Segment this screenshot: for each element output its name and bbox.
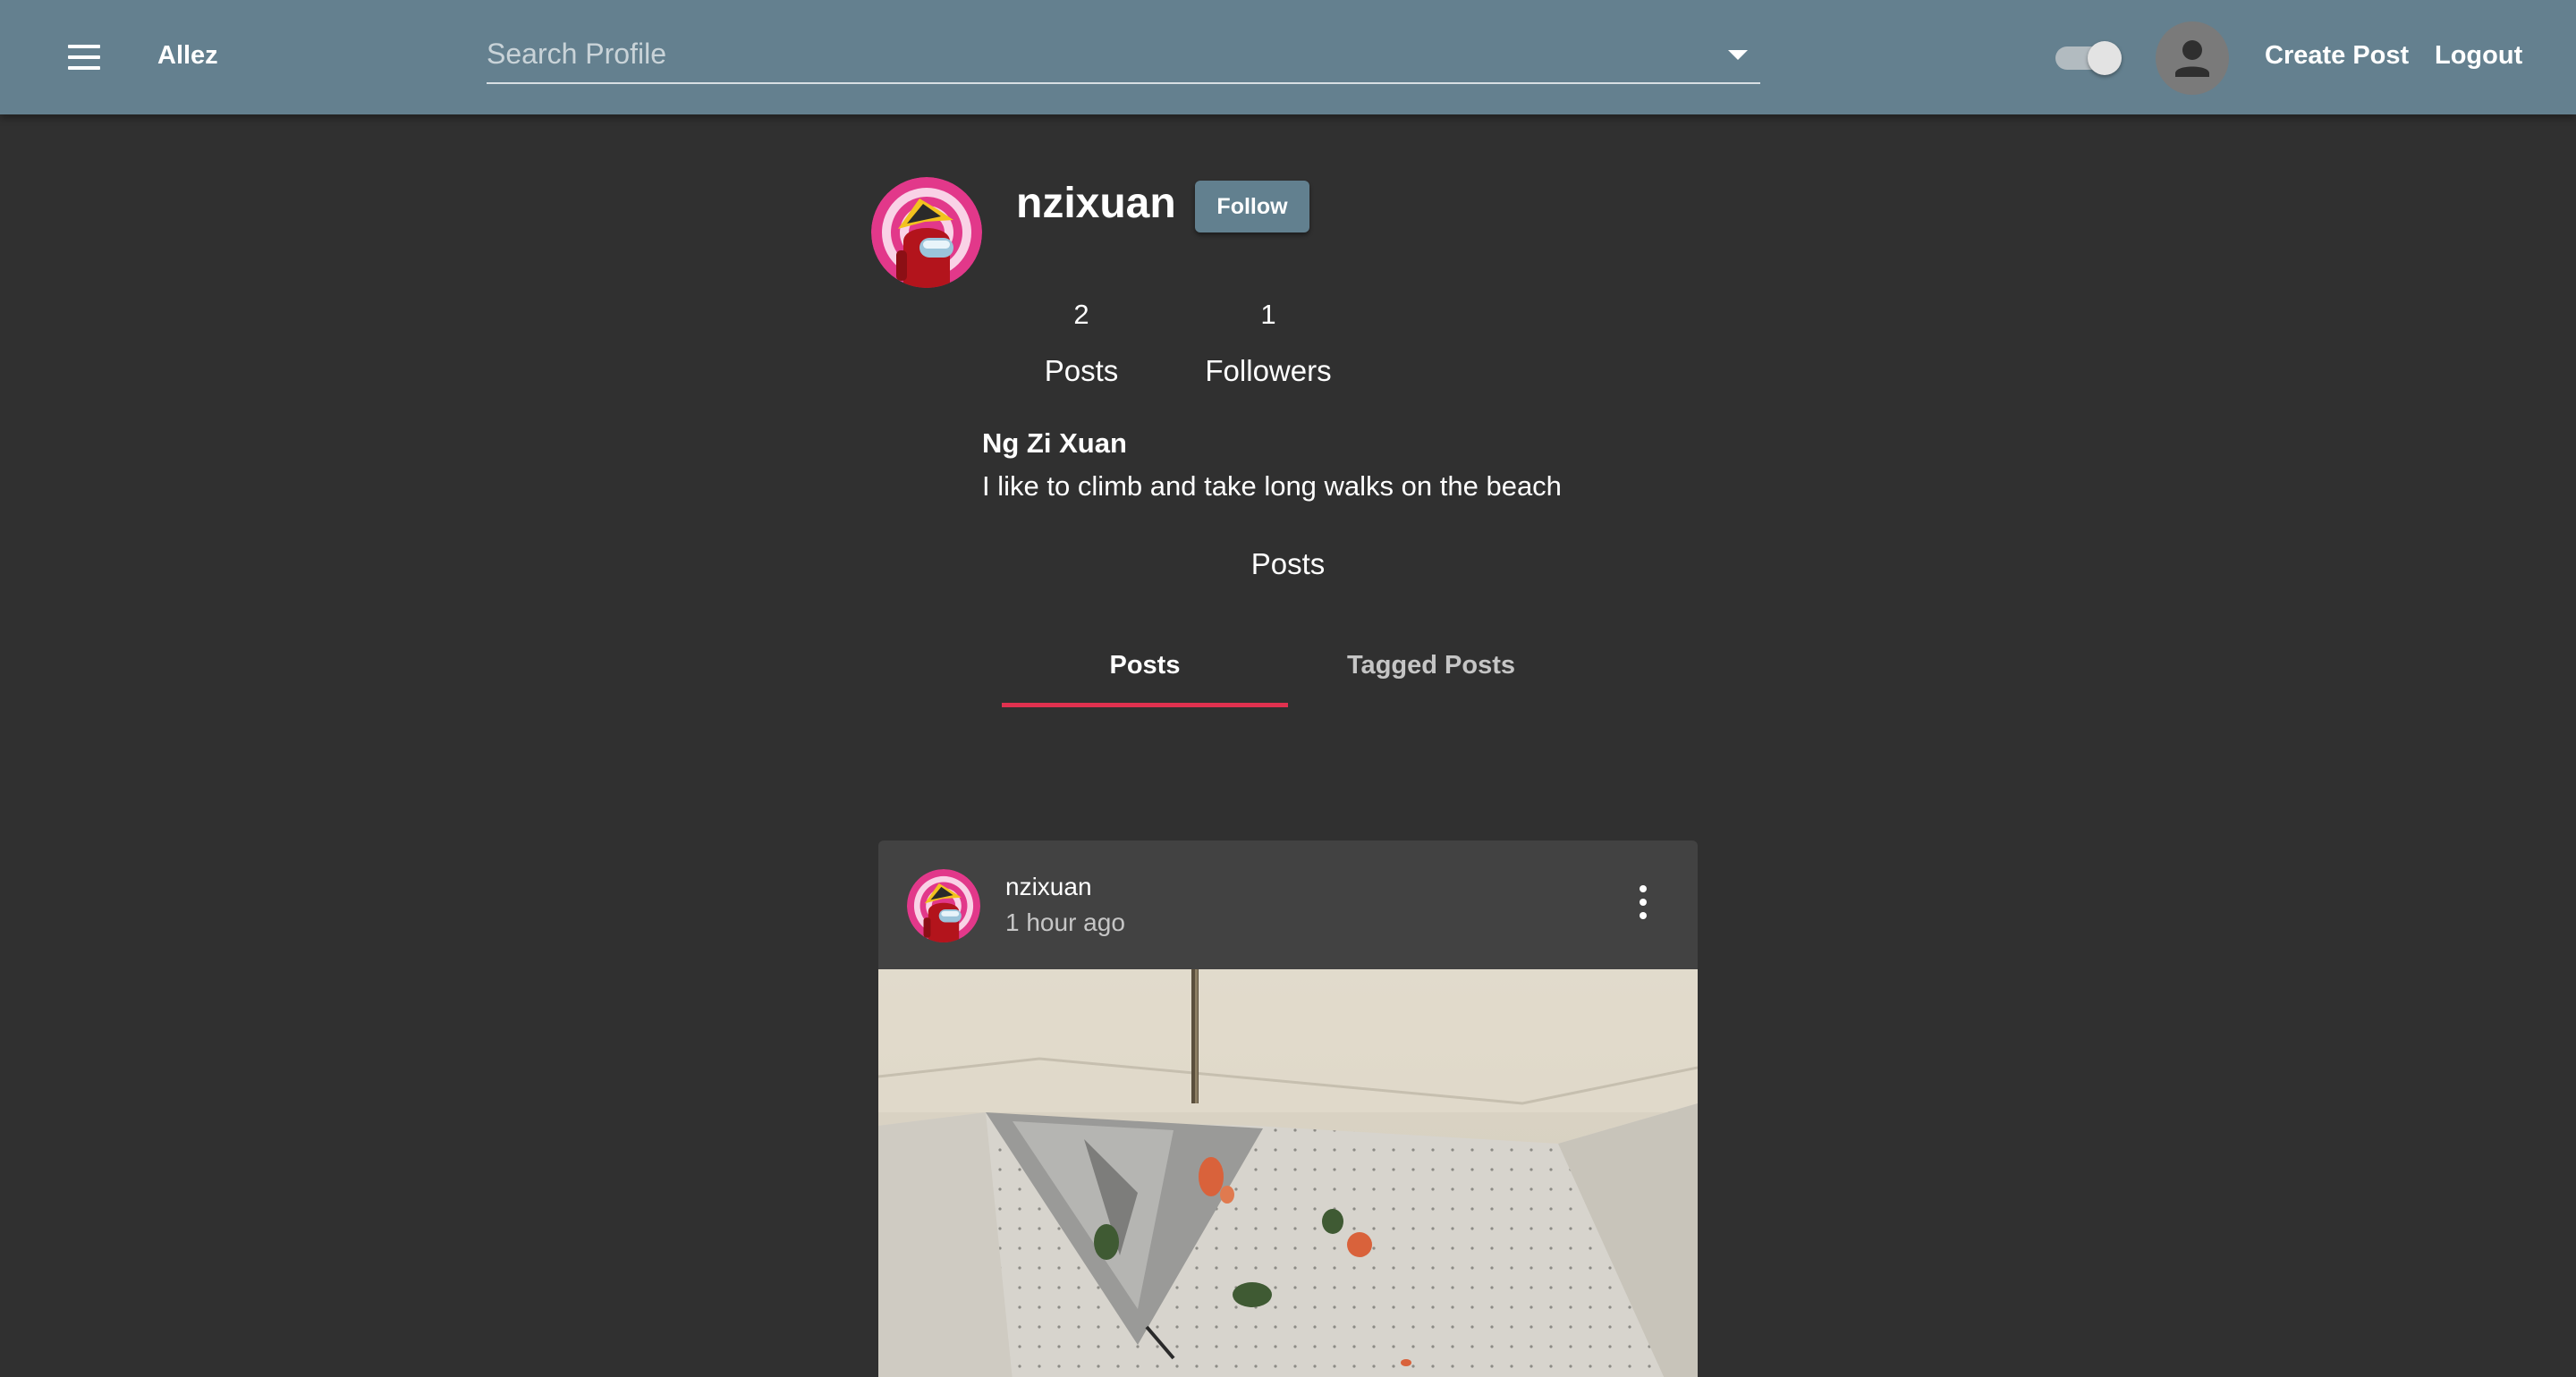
app-brand[interactable]: Allez [157, 41, 218, 71]
dropdown-arrow-icon[interactable] [1728, 50, 1748, 60]
person-icon [2175, 40, 2209, 77]
more-options-icon[interactable] [1630, 880, 1657, 925]
posts-count-label: Posts [1044, 354, 1119, 387]
post-card: nzixuan 1 hour ago [878, 841, 1698, 1377]
create-post-link[interactable]: Create Post [2265, 41, 2409, 71]
menu-icon[interactable] [61, 36, 111, 79]
toggle-thumb [2088, 41, 2122, 75]
followers-count-label[interactable]: Followers [1161, 354, 1376, 388]
profile-search [487, 27, 1760, 84]
posts-heading: Posts [1250, 547, 1326, 580]
theme-toggle[interactable] [2054, 39, 2122, 75]
profile-avatar [871, 177, 982, 288]
app-bar: Allez Create Post Logout [0, 0, 2576, 114]
tab-tagged-posts[interactable]: Tagged Posts [1288, 626, 1574, 708]
profile-username: nzixuan [1016, 180, 1176, 227]
post-timestamp: 1 hour ago [1005, 908, 1125, 936]
active-tab-indicator [1002, 703, 1288, 707]
post-image[interactable] [878, 969, 1698, 1377]
tab-posts[interactable]: Posts [1002, 626, 1288, 708]
posts-count: 2 [1073, 299, 1089, 330]
post-author-name[interactable]: nzixuan [1005, 873, 1092, 901]
follow-button[interactable]: Follow [1195, 181, 1309, 232]
followers-count[interactable]: 1 [1179, 299, 1358, 331]
logout-link[interactable]: Logout [2435, 41, 2522, 71]
profile-full-name: Ng Zi Xuan [982, 427, 1127, 459]
post-author-avatar[interactable] [907, 869, 980, 942]
search-input[interactable] [487, 34, 1703, 73]
account-avatar-button[interactable] [2156, 21, 2229, 95]
profile-bio: I like to climb and take long walks on t… [982, 470, 1562, 502]
